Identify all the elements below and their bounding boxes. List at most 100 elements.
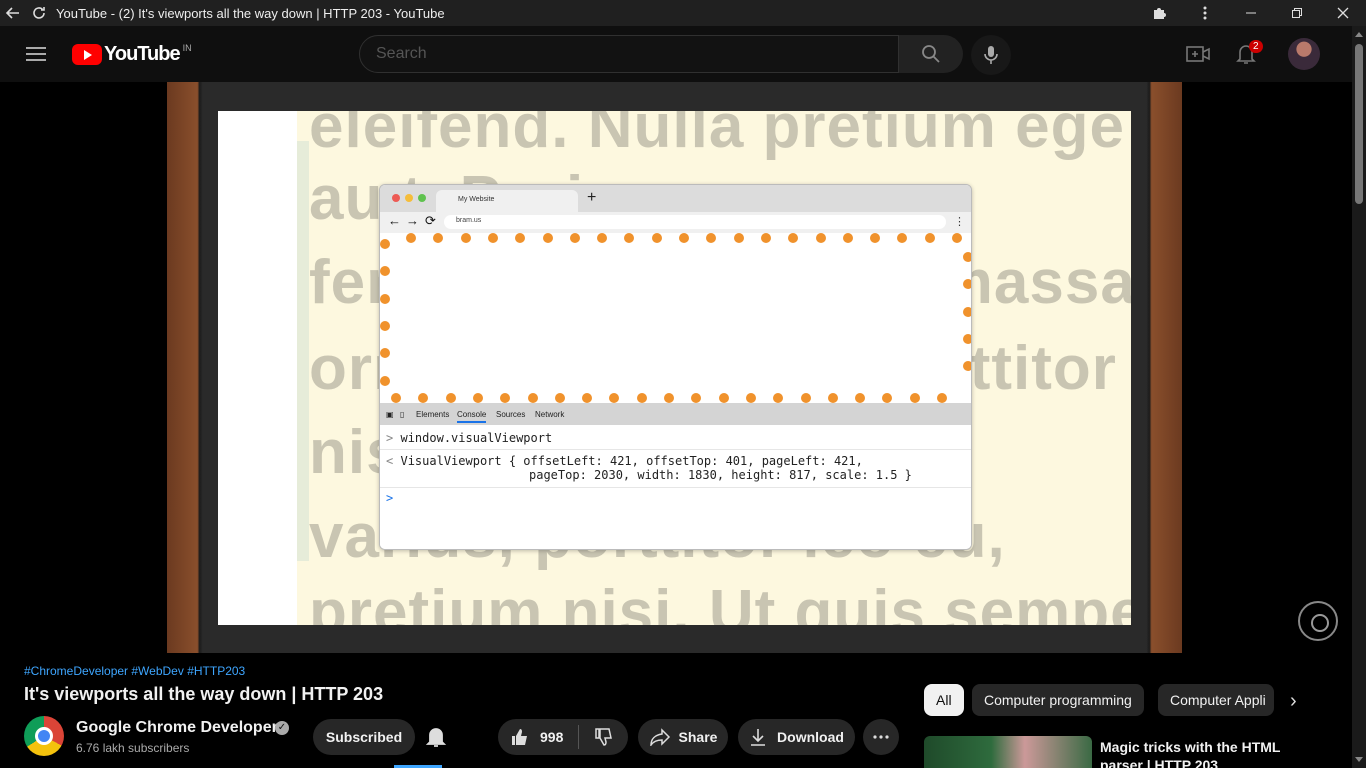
chip-computer-applications[interactable]: Computer Appli [1158,684,1274,716]
mock-tab: My Website [436,190,578,212]
reload-icon[interactable] [26,0,52,26]
like-count: 998 [540,729,564,745]
search-button[interactable] [899,35,963,73]
scrollbar-thumb[interactable] [1355,44,1363,204]
subscribed-label: Subscribed [325,729,403,745]
console-prompt: > [386,491,394,505]
chip-computer-programming[interactable]: Computer programming [972,684,1144,716]
voice-search-mic-icon[interactable] [971,35,1011,75]
search-box[interactable] [359,35,899,73]
viewport-outline-dot [963,279,971,290]
viewport-outline-dot [380,348,390,359]
search-icon [922,45,940,63]
viewport-outline-dot [624,233,635,243]
window-titlebar: YouTube - (2) It's viewports all the way… [0,0,1366,26]
youtube-logo[interactable]: YouTube IN [72,43,192,66]
download-label: Download [777,729,844,745]
mock-tab-strip: My Website + [380,185,971,212]
devtools-inspect-icon: ▣ [386,410,394,419]
scroll-up-arrow-icon[interactable] [1355,32,1363,37]
notification-bell-icon[interactable] [425,726,447,753]
viewport-outline-dot [909,393,920,403]
restore-icon[interactable] [1274,0,1320,26]
viewport-outline-dot [569,233,580,243]
download-icon [751,729,766,746]
console-output-line: pageTop: 2030, width: 1830, height: 817,… [529,468,912,482]
console-output-line: < VisualViewport { offsetLeft: 421, offs… [386,454,863,468]
lorem-line: eleifend. Nulla pretium ege [309,111,1125,161]
mock-url-bar: bram.us [444,215,946,229]
viewport-outline-dot [582,393,593,403]
scroll-down-arrow-icon[interactable] [1355,757,1363,762]
viewport-outline-dot [963,333,971,344]
back-arrow-icon[interactable] [0,0,26,26]
mock-close-dot [392,194,400,202]
account-avatar[interactable] [1288,38,1320,70]
viewport-outline-dot [963,306,971,317]
channel-name[interactable]: Google Chrome Developers [76,719,287,737]
subscribed-button[interactable]: Subscribed [313,719,415,755]
download-button[interactable]: Download [738,719,855,755]
mock-devtools-tabs: ▣ ▯ Elements Console Sources Network [380,403,971,425]
console-input: window.visualViewport [400,431,553,445]
viewport-outline-dot [815,233,826,243]
close-icon[interactable] [1320,0,1366,26]
viewport-outline-dot [827,393,838,403]
mock-reload-icon: ⟳ [425,213,436,228]
thumbs-up-icon [512,729,527,745]
viewport-outline-dot [542,233,553,243]
viewport-outline-dot [487,233,498,243]
minimize-icon[interactable] [1228,0,1274,26]
window-title: YouTube - (2) It's viewports all the way… [56,5,445,21]
viewport-outline-dot [842,233,853,243]
chip-all[interactable]: All [924,684,964,716]
video-slide: eleifend. Nulla pretium ege au t. Proin … [218,111,1131,625]
mock-maximize-dot [418,194,426,202]
recommended-video-thumbnail[interactable] [924,736,1092,768]
chrome-watermark-icon [1298,601,1338,641]
page-scrollbar[interactable] [1352,26,1366,768]
create-video-icon[interactable] [1184,40,1212,68]
devtools-tab-console: Console [457,410,487,423]
viewport-outline-dot [745,393,756,403]
viewport-outline-dot [527,393,538,403]
verified-check-icon: ✓ [275,721,289,735]
mock-console: > window.visualViewport < VisualViewport… [380,425,971,549]
viewport-outline-dot [773,393,784,403]
viewport-outline-dot [636,393,647,403]
viewport-outline-dot [870,233,881,243]
video-hashtags[interactable]: #ChromeDeveloper #WebDev #HTTP203 [24,664,245,678]
menu-hamburger-icon[interactable] [24,43,48,65]
viewport-outline-dot [515,233,526,243]
share-button[interactable]: Share [638,719,728,755]
chips-next-chevron-icon[interactable]: › [1290,690,1297,713]
viewport-outline-dot [679,233,689,243]
mock-back-icon: ← [388,213,401,228]
like-dislike-group: 998 [498,719,628,755]
viewport-outline-dot [897,233,908,243]
viewport-outline-dot [664,393,674,403]
search-input[interactable] [376,45,898,63]
dislike-button[interactable] [579,719,628,755]
like-button[interactable]: 998 [498,719,578,755]
channel-avatar[interactable] [24,716,64,756]
recommended-video-title[interactable]: Magic tricks with the HTML parser | HTTP… [1100,738,1300,768]
logo-text: YouTube [104,43,181,65]
console-separator [380,449,971,450]
video-player[interactable]: eleifend. Nulla pretium ege au t. Proin … [167,82,1182,653]
viewport-outline-dot [380,320,390,331]
viewport-outline-dot [380,293,390,304]
more-vertical-icon[interactable] [1182,0,1228,26]
viewport-outline-dot [554,393,565,403]
devtools-tab-network: Network [535,410,565,419]
extensions-puzzle-icon[interactable] [1136,0,1182,26]
subscriber-count: 6.76 lakh subscribers [76,741,190,755]
viewport-outline-dot [706,233,717,243]
mock-minimize-dot [405,194,413,202]
mock-forward-icon: → [406,213,419,228]
viewport-outline-dot [445,393,456,403]
more-actions-button[interactable] [863,719,899,755]
logo-country: IN [182,42,192,53]
mock-menu-icon: ⋮ [954,216,965,228]
video-title: It's viewports all the way down | HTTP 2… [24,684,384,704]
